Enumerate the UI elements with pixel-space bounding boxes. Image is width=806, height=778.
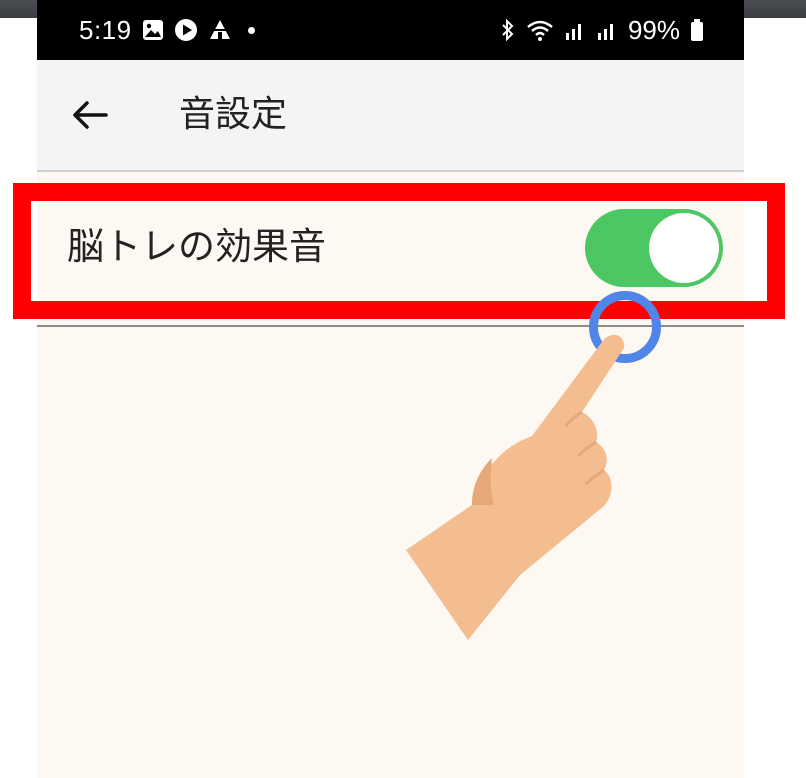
signal-icon xyxy=(596,19,618,41)
signal-icon xyxy=(564,19,586,41)
back-button[interactable] xyxy=(67,92,113,138)
app-header: 音設定 xyxy=(37,60,744,172)
toggle-knob xyxy=(649,213,719,283)
play-store-icon xyxy=(174,18,198,42)
status-right: 99% xyxy=(500,0,704,60)
status-bar: 5:19 99% xyxy=(37,0,744,60)
wifi-icon xyxy=(526,18,554,42)
photo-icon xyxy=(142,19,164,41)
status-time: 5:19 xyxy=(79,14,132,45)
settings-content: 脳トレの効果音 xyxy=(37,172,744,778)
bluetooth-icon xyxy=(500,18,516,42)
divider xyxy=(37,325,744,327)
page-title: 音設定 xyxy=(179,94,288,135)
setting-label: 脳トレの効果音 xyxy=(67,225,326,268)
battery-icon xyxy=(690,18,704,42)
status-left: 5:19 xyxy=(79,0,255,60)
battery-percentage: 99% xyxy=(627,14,680,45)
arrow-left-icon xyxy=(73,101,108,129)
notification-dot-icon xyxy=(247,26,255,34)
tent-icon xyxy=(208,18,232,42)
phone-screen: 5:19 99% 音設定 脳トレの効果音 xyxy=(37,0,744,778)
brain-training-sound-toggle[interactable] xyxy=(585,209,723,287)
